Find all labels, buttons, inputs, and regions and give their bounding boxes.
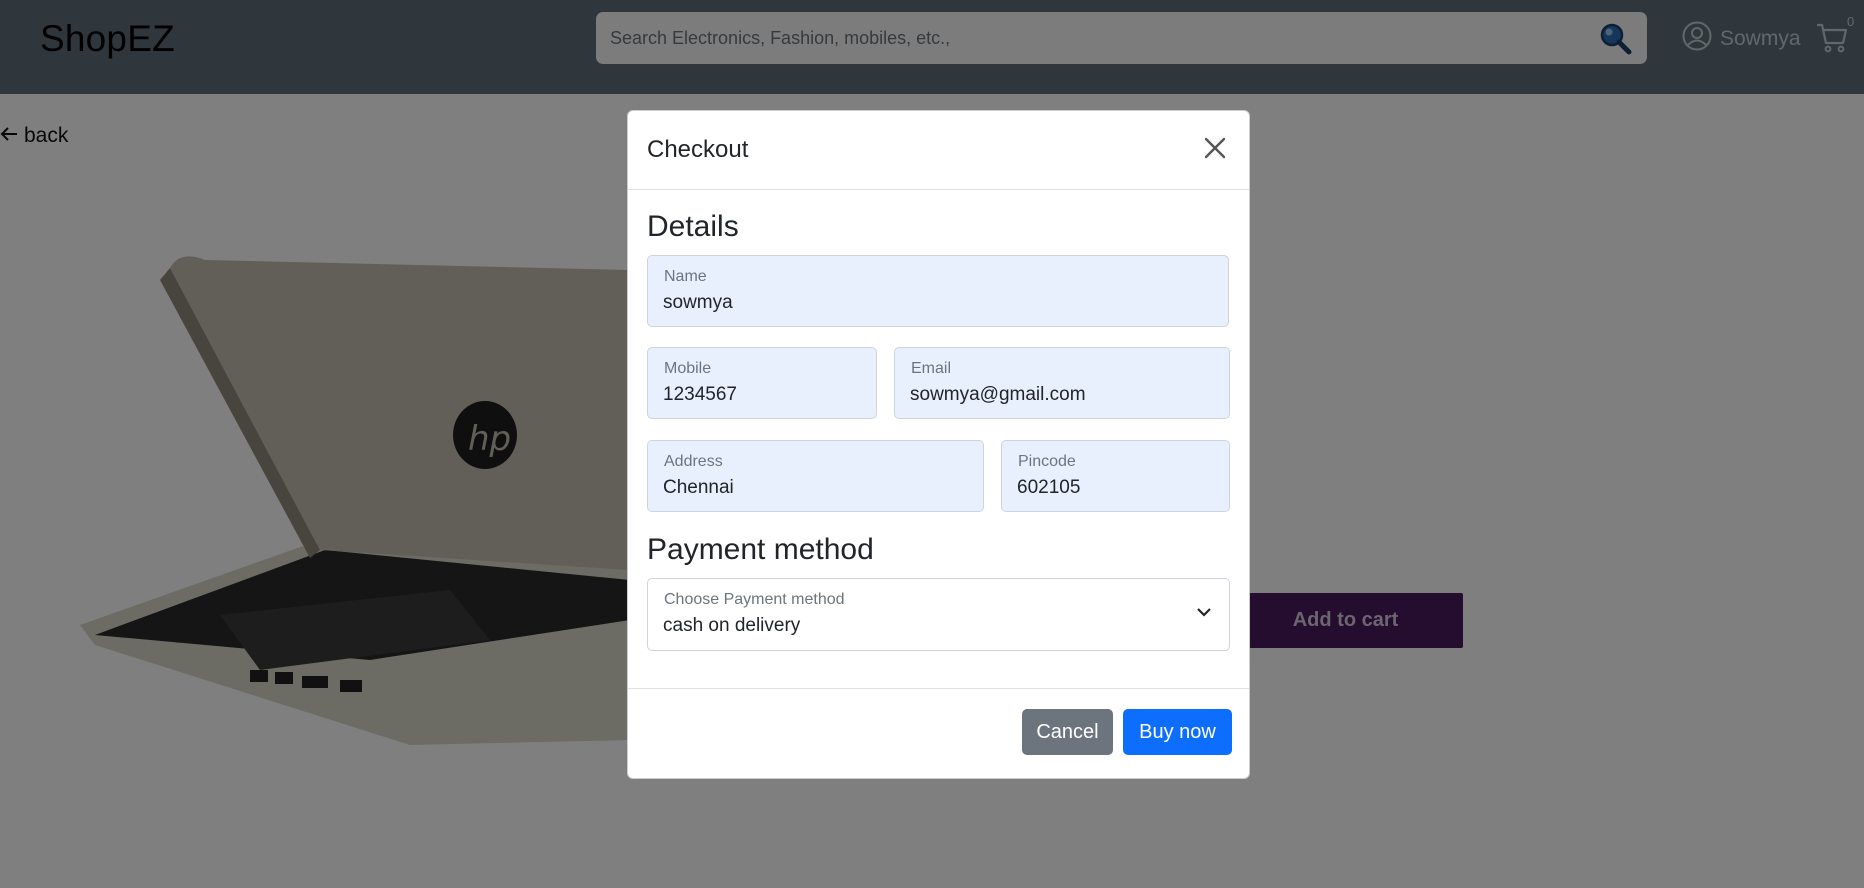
payment-heading: Payment method (647, 533, 874, 566)
pincode-value: 602105 (1017, 477, 1081, 498)
email-field[interactable]: Email sowmya@gmail.com (894, 347, 1230, 419)
pincode-label: Pincode (1018, 453, 1076, 470)
name-value: sowmya (663, 292, 733, 313)
address-field[interactable]: Address Chennai (647, 440, 984, 512)
name-label: Name (664, 268, 707, 285)
email-value: sowmya@gmail.com (910, 384, 1086, 405)
address-label: Address (664, 453, 723, 470)
modal-title: Checkout (647, 136, 749, 163)
mobile-field[interactable]: Mobile 1234567 (647, 347, 877, 419)
chevron-down-icon (1195, 605, 1213, 619)
name-field[interactable]: Name sowmya (647, 255, 1229, 327)
checkout-modal: Checkout Details Name sowmya Mobile 1234… (627, 110, 1250, 779)
modal-body: Details Name sowmya Mobile 1234567 Email… (628, 190, 1249, 689)
details-heading: Details (647, 210, 739, 243)
modal-footer: Cancel Buy now (628, 688, 1249, 778)
pincode-field[interactable]: Pincode 602105 (1001, 440, 1230, 512)
payment-method-label: Choose Payment method (664, 591, 845, 608)
close-button[interactable] (1199, 134, 1231, 166)
payment-method-value: cash on delivery (663, 615, 801, 636)
buy-now-button[interactable]: Buy now (1123, 709, 1232, 755)
mobile-value: 1234567 (663, 384, 737, 405)
modal-header: Checkout (628, 111, 1249, 190)
mobile-label: Mobile (664, 360, 712, 377)
close-icon (1204, 137, 1226, 164)
payment-method-select[interactable]: Choose Payment method cash on delivery (647, 578, 1230, 651)
cancel-button[interactable]: Cancel (1022, 709, 1113, 755)
email-label: Email (911, 360, 952, 377)
address-value: Chennai (663, 477, 734, 498)
